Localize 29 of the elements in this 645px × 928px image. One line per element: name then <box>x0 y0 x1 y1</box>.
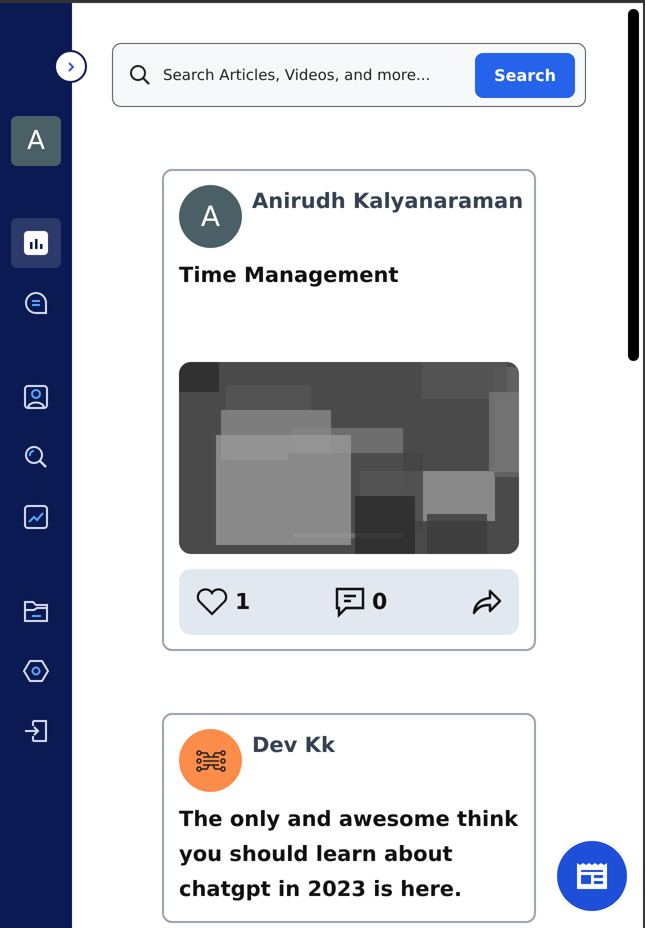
newspaper-icon <box>574 860 610 892</box>
scrollbar[interactable] <box>628 9 639 361</box>
chart-icon <box>23 230 49 256</box>
chat-icon <box>23 290 49 316</box>
like-count: 1 <box>235 590 250 614</box>
folder-icon <box>23 598 49 624</box>
expand-button[interactable] <box>54 50 87 83</box>
like-button[interactable]: 1 <box>195 587 250 617</box>
user-avatar[interactable]: A <box>11 116 61 166</box>
author-avatar: A <box>179 185 242 248</box>
search-button[interactable]: Search <box>475 52 575 98</box>
search-field[interactable]: Search Articles, Videos, and more... <box>161 65 466 85</box>
comment-icon <box>334 586 366 618</box>
search-icon <box>129 64 151 86</box>
post-title[interactable]: The only and awesome think you should learn about chatgpt in 2023 is here. <box>179 802 519 907</box>
hexagon-icon <box>23 658 49 684</box>
author-name[interactable]: Anirudh Kalyanaraman <box>252 173 524 213</box>
comment-count: 0 <box>372 590 388 614</box>
dashboard-nav-item[interactable] <box>11 218 61 268</box>
line-chart-icon <box>23 504 49 530</box>
author-name[interactable]: Dev Kk <box>252 717 335 757</box>
profile-icon <box>23 384 49 410</box>
share-button[interactable] <box>471 588 503 616</box>
logout-icon <box>23 718 49 744</box>
comment-button[interactable]: 0 <box>334 586 388 618</box>
post-title[interactable]: Time Management <box>179 258 519 374</box>
heart-icon <box>195 587 229 617</box>
search-icon <box>23 444 49 470</box>
share-icon <box>471 588 503 616</box>
